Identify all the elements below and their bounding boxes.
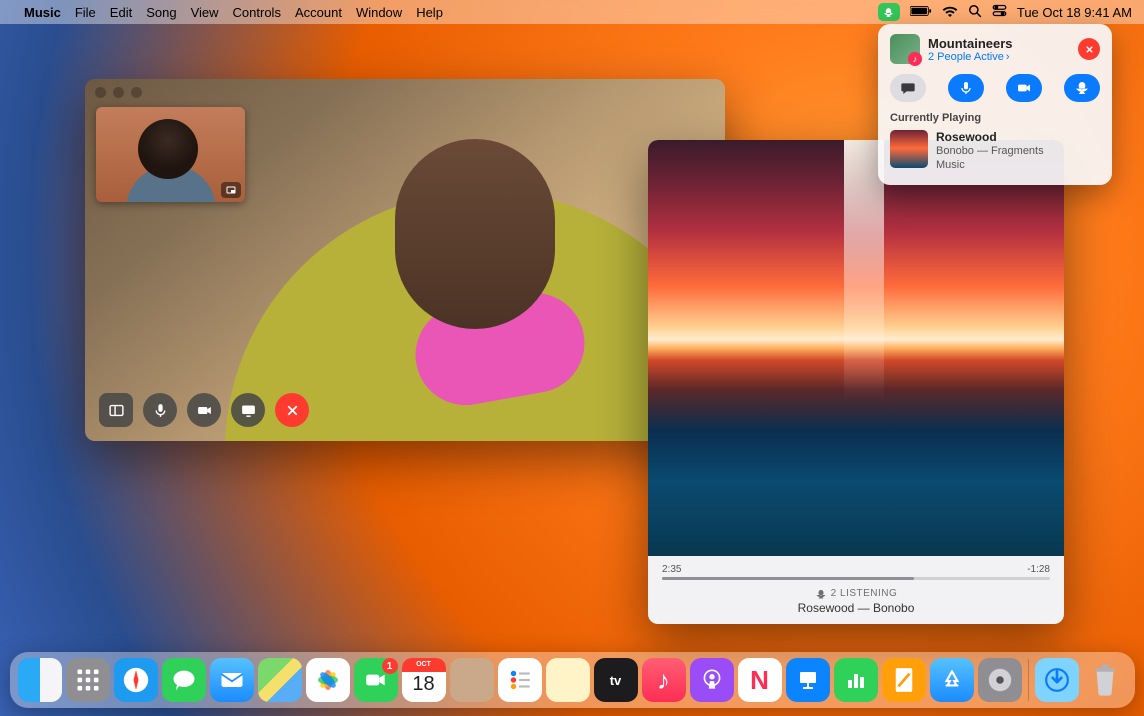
facetime-controls xyxy=(99,393,309,427)
dock-notes[interactable] xyxy=(546,658,590,702)
music-mini-player: 2:35 -1:28 2 LISTENING Rosewood — Bonobo xyxy=(648,140,1064,624)
shareplay-messages-button[interactable] xyxy=(890,74,926,102)
dock-numbers[interactable] xyxy=(834,658,878,702)
end-call-button[interactable] xyxy=(275,393,309,427)
now-playing-app: Music xyxy=(936,158,1044,172)
progress-bar[interactable] xyxy=(662,577,1050,580)
dock-launchpad[interactable] xyxy=(66,658,110,702)
dock-messages[interactable] xyxy=(162,658,206,702)
camera-toggle-button[interactable] xyxy=(187,393,221,427)
dock-pages[interactable] xyxy=(882,658,926,702)
shareplay-mic-button[interactable] xyxy=(948,74,984,102)
dock-news[interactable]: N xyxy=(738,658,782,702)
shareplay-panel: Mountaineers 2 People Active› Currently … xyxy=(878,24,1112,185)
menu-bar: Music File Edit Song View Controls Accou… xyxy=(0,0,1144,24)
battery-icon[interactable] xyxy=(910,5,932,20)
menubar-status-area: Tue Oct 18 9:41 AM xyxy=(878,3,1132,21)
menu-edit[interactable]: Edit xyxy=(110,5,132,20)
shareplay-camera-button[interactable] xyxy=(1006,74,1042,102)
menu-song[interactable]: Song xyxy=(146,5,176,20)
shareplay-playlist-art xyxy=(890,34,920,64)
window-traffic-lights[interactable] xyxy=(95,87,142,98)
facetime-window xyxy=(85,79,725,441)
facetime-badge: 1 xyxy=(382,658,398,674)
dock-keynote[interactable] xyxy=(786,658,830,702)
elapsed-time: 2:35 xyxy=(662,564,681,575)
dock-tv[interactable]: tv xyxy=(594,658,638,702)
menu-file[interactable]: File xyxy=(75,5,96,20)
dock-trash[interactable] xyxy=(1083,658,1127,702)
dock-settings[interactable] xyxy=(978,658,1022,702)
dock-photos[interactable] xyxy=(306,658,350,702)
sidebar-toggle-button[interactable] xyxy=(99,393,133,427)
dock-maps[interactable] xyxy=(258,658,302,702)
mute-mic-button[interactable] xyxy=(143,393,177,427)
wifi-icon[interactable] xyxy=(942,5,958,20)
shareplay-title: Mountaineers xyxy=(928,36,1070,51)
dock-podcasts[interactable] xyxy=(690,658,734,702)
menu-window[interactable]: Window xyxy=(356,5,402,20)
shareplay-section-label: Currently Playing xyxy=(890,112,1100,124)
shareplay-leave-button[interactable] xyxy=(1078,38,1100,60)
dock-finder[interactable] xyxy=(18,658,62,702)
facetime-self-view[interactable] xyxy=(96,107,245,202)
dock-contacts[interactable] xyxy=(450,658,494,702)
share-screen-button[interactable] xyxy=(231,393,265,427)
shareplay-people-link[interactable]: 2 People Active› xyxy=(928,51,1070,63)
now-playing-art xyxy=(890,130,928,168)
listening-count: 2 LISTENING xyxy=(662,588,1050,599)
dock-safari[interactable] xyxy=(114,658,158,702)
dock-downloads[interactable] xyxy=(1035,658,1079,702)
app-menu[interactable]: Music xyxy=(24,5,61,20)
dock-facetime[interactable]: 1 xyxy=(354,658,398,702)
menu-help[interactable]: Help xyxy=(416,5,443,20)
menubar-clock[interactable]: Tue Oct 18 9:41 AM xyxy=(1017,5,1132,20)
now-playing-title: Rosewood xyxy=(936,130,1044,144)
now-playing-track: Rosewood — Bonobo xyxy=(662,601,1050,615)
menu-controls[interactable]: Controls xyxy=(233,5,281,20)
dock: 1 OCT18 tv ♪ N xyxy=(10,652,1135,708)
spotlight-icon[interactable] xyxy=(968,4,982,21)
dock-calendar[interactable]: OCT18 xyxy=(402,658,446,702)
dock-appstore[interactable] xyxy=(930,658,974,702)
menu-account[interactable]: Account xyxy=(295,5,342,20)
dock-reminders[interactable] xyxy=(498,658,542,702)
control-center-icon[interactable] xyxy=(992,4,1007,20)
shareplay-now-playing[interactable]: Rosewood Bonobo — Fragments Music xyxy=(890,130,1100,173)
pip-expand-icon[interactable] xyxy=(221,182,241,198)
shareplay-menubar-icon[interactable] xyxy=(878,3,900,21)
now-playing-artist-album: Bonobo — Fragments xyxy=(936,144,1044,158)
menu-view[interactable]: View xyxy=(191,5,219,20)
shareplay-shareplay-button[interactable] xyxy=(1064,74,1100,102)
dock-mail[interactable] xyxy=(210,658,254,702)
album-art[interactable] xyxy=(648,140,1064,556)
dock-music[interactable]: ♪ xyxy=(642,658,686,702)
remaining-time: -1:28 xyxy=(1027,564,1050,575)
dock-separator xyxy=(1028,659,1029,701)
